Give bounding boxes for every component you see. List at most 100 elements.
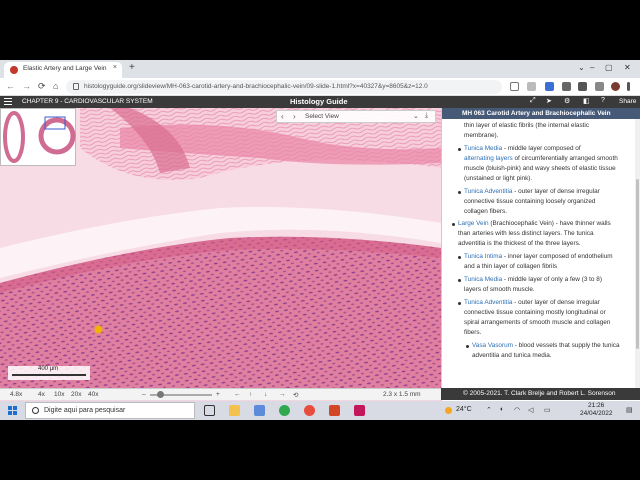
notification-icon[interactable]: ▤ <box>626 406 633 414</box>
large-vein-link[interactable]: Large Vein <box>458 220 489 227</box>
taskbar-search-field[interactable]: Digite aqui para pesquisar <box>25 402 195 419</box>
weather-temperature[interactable]: 24°C <box>456 406 472 413</box>
prev-view-icon[interactable]: ‹ <box>281 112 284 121</box>
extension-icon[interactable] <box>545 82 554 91</box>
home-button[interactable]: ⌂ <box>53 81 58 91</box>
chevron-down-icon[interactable]: ⌄ <box>413 112 419 120</box>
vein-tunica-adventitia-link[interactable]: Tunica Adventitia <box>464 299 512 306</box>
pan-up-button[interactable]: ↑ <box>249 391 252 398</box>
text-line: connective tissue containing mostly long… <box>464 309 606 316</box>
mag-10x-button[interactable]: 10x <box>54 391 64 398</box>
layers-icon[interactable]: ◧ <box>583 97 590 105</box>
text-line: membrane). <box>464 132 499 139</box>
bookmark-star-icon[interactable] <box>527 82 536 91</box>
text: - outer layer of dense irregular <box>512 188 600 195</box>
list-item: Tunica Intima - inner layer composed of … <box>464 252 613 262</box>
pan-right-button[interactable]: → <box>279 391 286 398</box>
list-item: Tunica Adventitia - outer layer of dense… <box>464 187 600 197</box>
site-title[interactable]: Histology Guide <box>290 97 348 106</box>
task-view-icon[interactable] <box>204 405 215 416</box>
zoom-slider-handle[interactable] <box>157 391 164 398</box>
chrome-icon[interactable] <box>279 405 290 416</box>
back-button[interactable]: ← <box>6 81 15 91</box>
reload-button[interactable]: ⟳ <box>38 81 46 92</box>
taskbar-app-icon[interactable] <box>254 405 265 416</box>
browser-tab[interactable]: Elastic Artery and Large Vein × <box>4 62 122 78</box>
clock-date[interactable]: 24/04/2022 <box>580 410 613 417</box>
windows-start-icon[interactable] <box>8 406 17 415</box>
viewer-toolbar: 4.8x 4x 10x 20x 40x – + ← ↑ ↓ → ⟲ 2.3 x … <box>0 388 441 400</box>
text-line: adventitia and tunica media. <box>472 352 552 359</box>
alternating-layers-link[interactable]: alternating layers <box>464 155 513 162</box>
scale-label: 400 µm <box>38 366 59 372</box>
download-icon[interactable]: ⤓ <box>425 112 428 120</box>
profile-avatar[interactable] <box>611 82 620 91</box>
screen: Elastic Artery and Large Vein × + ⌄ – ▢ … <box>0 60 640 420</box>
pan-down-button[interactable]: ↓ <box>264 391 267 398</box>
list-item: Tunica Adventitia - outer layer of dense… <box>464 298 600 308</box>
minimize-button[interactable]: – <box>590 63 594 72</box>
rotate-icon[interactable]: ⟲ <box>293 391 298 399</box>
bullet <box>458 256 461 259</box>
select-view-dropdown[interactable]: ‹ › Select View ⌄ ⤓ <box>276 110 436 123</box>
wifi-icon[interactable]: ◠ <box>514 406 520 414</box>
tray-chevron-icon[interactable]: ⌃ <box>486 406 492 414</box>
extensions-puzzle-icon[interactable] <box>578 82 587 91</box>
extension-icon-2[interactable] <box>562 82 571 91</box>
address-bar-row: ← → ⟳ ⌂ histologyguide.org/slideview/MH-… <box>0 78 640 96</box>
sidebar-scrollbar[interactable] <box>635 119 640 389</box>
tab-search-icon[interactable]: ⌄ <box>578 63 585 72</box>
text-line: muscle (bluish-pink) and wavy sheets of … <box>464 165 616 172</box>
lock-icon[interactable] <box>73 83 79 90</box>
zoom-in-button[interactable]: + <box>216 391 220 398</box>
slide-viewer[interactable]: ‹ › Select View ⌄ ⤓ 400 µm <box>0 108 441 420</box>
maximize-button[interactable]: ▢ <box>605 63 613 72</box>
share-page-icon[interactable] <box>510 82 519 91</box>
mag-20x-button[interactable]: 20x <box>71 391 81 398</box>
chapter-title[interactable]: CHAPTER 9 - CARDIOVASCULAR SYSTEM <box>22 98 153 105</box>
next-view-icon[interactable]: › <box>293 112 296 121</box>
text-line: connective tissue containing loosely org… <box>464 198 596 205</box>
weather-icon[interactable] <box>445 407 452 414</box>
tunica-intima-link[interactable]: Tunica Intima <box>464 253 502 260</box>
mag-40x-button[interactable]: 40x <box>88 391 98 398</box>
settings-icon[interactable]: ⚙ <box>564 97 570 105</box>
network-icon[interactable]: ◐ <box>500 406 504 413</box>
text-line: fibers. <box>464 329 482 336</box>
zoom-level: 4.8x <box>10 391 23 398</box>
browser-menu-icon[interactable] <box>627 82 630 91</box>
volume-icon[interactable]: ◁ <box>528 406 533 414</box>
sidebar-panel-icon[interactable] <box>595 82 604 91</box>
scrollbar-thumb[interactable] <box>636 179 639 349</box>
close-window-button[interactable]: ✕ <box>624 63 631 72</box>
share-button[interactable]: Share <box>619 98 636 105</box>
pan-left-button[interactable]: ← <box>234 391 241 398</box>
zoom-out-button[interactable]: – <box>142 391 146 398</box>
file-explorer-icon[interactable] <box>229 405 240 416</box>
vein-tunica-media-link[interactable]: Tunica Media <box>464 276 502 283</box>
text: - inner layer composed of endothelium <box>502 253 613 260</box>
powerpoint-icon[interactable] <box>329 405 340 416</box>
bullet <box>458 302 461 305</box>
photos-icon[interactable] <box>304 405 315 416</box>
tunica-media-link[interactable]: Tunica Media <box>464 145 502 152</box>
bullet <box>452 223 455 226</box>
browser-tab-bar: Elastic Artery and Large Vein × + ⌄ – ▢ … <box>0 60 640 78</box>
menu-icon[interactable] <box>4 98 12 105</box>
vasa-vasorum-link[interactable]: Vasa Vasorum <box>472 342 513 349</box>
bullet <box>458 279 461 282</box>
tab-close-icon[interactable]: × <box>113 64 117 71</box>
favicon-icon <box>10 66 18 74</box>
tunica-adventitia-link[interactable]: Tunica Adventitia <box>464 188 512 195</box>
url-field[interactable]: histologyguide.org/slideview/MH-063-caro… <box>66 80 502 94</box>
forward-button[interactable]: → <box>22 81 31 91</box>
fullscreen-icon[interactable]: ⤢ <box>530 97 536 105</box>
battery-icon[interactable]: ▭ <box>544 406 551 414</box>
pointer-icon[interactable]: ➤ <box>546 97 552 105</box>
taskbar-app-icon-2[interactable] <box>354 405 365 416</box>
clock-time[interactable]: 21:26 <box>588 402 604 409</box>
mag-4x-button[interactable]: 4x <box>38 391 45 398</box>
help-icon[interactable]: ? <box>601 97 605 104</box>
slide-thumbnail[interactable] <box>0 108 76 166</box>
new-tab-button[interactable]: + <box>129 62 135 73</box>
